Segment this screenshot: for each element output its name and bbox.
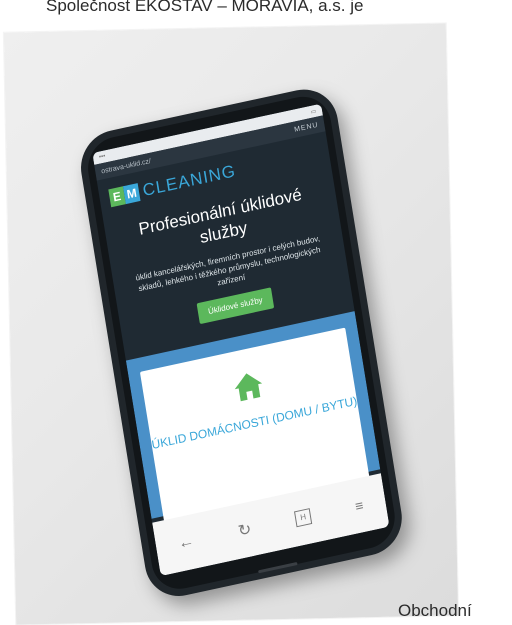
logo-mark[interactable]: E M xyxy=(108,183,141,208)
back-arrow-icon[interactable]: ← xyxy=(177,532,196,553)
service-card-title: ÚKLID DOMÁCNOSTI (DOMU / BYTU) xyxy=(150,393,359,452)
smartphone: ▪▪▪ ▭ ostrava-uklid.cz/ MENU E M CLEANIN… xyxy=(75,82,408,603)
document-bottom-text: Obchodní xyxy=(398,601,472,620)
reload-icon[interactable]: ↻ xyxy=(237,519,253,542)
battery-icon: ▭ xyxy=(310,108,317,116)
document-top-text: Společnost EKOSTAV – MORAVIA, a.s. je xyxy=(46,0,364,15)
hamburger-icon[interactable]: ≡ xyxy=(354,497,365,515)
phone-photo: ▪▪▪ ▭ ostrava-uklid.cz/ MENU E M CLEANIN… xyxy=(3,23,459,625)
logo-letter-m: M xyxy=(122,183,141,205)
house-icon xyxy=(234,373,263,402)
tabs-icon[interactable]: H xyxy=(294,508,313,528)
site-menu-button[interactable]: MENU xyxy=(294,121,319,133)
cleaning-services-button[interactable]: Úklidové služby xyxy=(196,287,275,325)
signal-icon: ▪▪▪ xyxy=(98,153,106,161)
phone-screen: ▪▪▪ ▭ ostrava-uklid.cz/ MENU E M CLEANIN… xyxy=(92,103,390,577)
